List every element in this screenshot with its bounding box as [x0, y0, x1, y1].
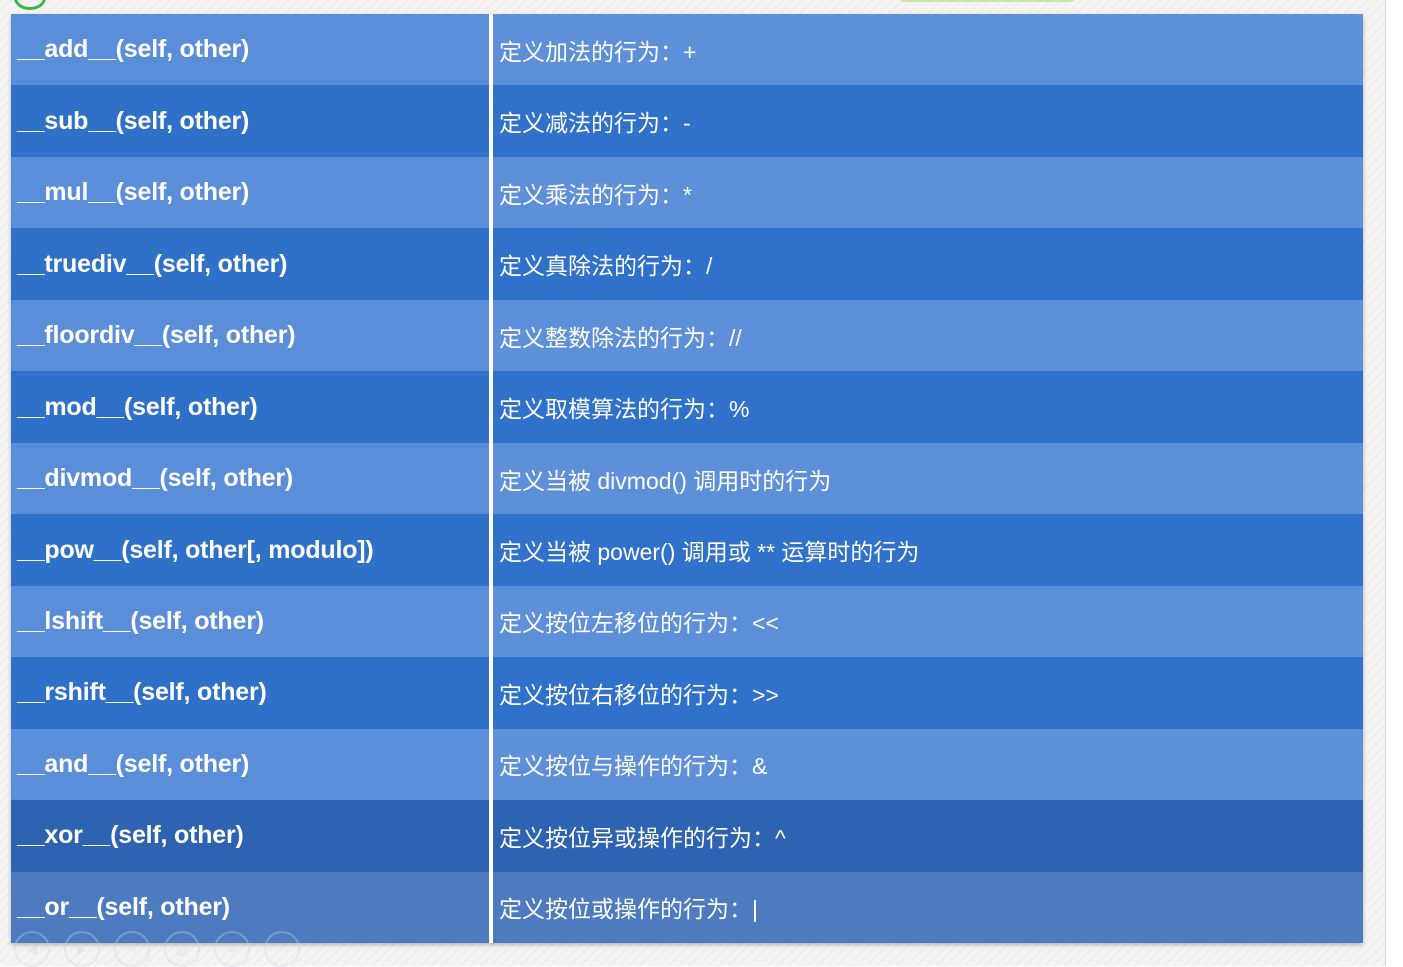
table-row: __pow__(self, other[, modulo]) 定义当被 powe… — [11, 514, 1363, 586]
method-description: 定义按位左移位的行为：<< — [493, 585, 1363, 658]
table-row: __xor__(self, other) 定义按位异或操作的行为：^ — [11, 800, 1363, 872]
previous-icon[interactable]: ◀ — [14, 931, 50, 967]
method-name: __mul__(self, other) — [11, 156, 493, 229]
method-name: __add__(self, other) — [11, 14, 493, 86]
table-row: __and__(self, other) 定义按位与操作的行为：& — [11, 728, 1363, 801]
method-description: 定义当被 divmod() 调用时的行为 — [493, 442, 1363, 515]
table-row: __mul__(self, other) 定义乘法的行为：* — [11, 156, 1363, 229]
method-description: 定义按位或操作的行为：| — [493, 871, 1363, 944]
method-name: __lshift__(self, other) — [11, 585, 493, 658]
method-description: 定义加法的行为：+ — [493, 14, 1363, 86]
method-description: 定义按位与操作的行为：& — [493, 728, 1363, 801]
pen-icon[interactable]: ✎ — [114, 931, 150, 967]
method-name: __and__(self, other) — [11, 728, 493, 801]
header-graphic — [900, 0, 1075, 2]
table-row: __truediv__(self, other) 定义真除法的行为：/ — [11, 228, 1363, 300]
method-description: 定义当被 power() 调用或 ** 运算时的行为 — [493, 514, 1363, 586]
method-description: 定义取模算法的行为：% — [493, 371, 1363, 443]
method-name: __rshift__(self, other) — [11, 657, 493, 729]
more-icon[interactable]: ⋯ — [264, 931, 300, 967]
table-row: __rshift__(self, other) 定义按位右移位的行为：>> — [11, 657, 1363, 729]
method-name: __truediv__(self, other) — [11, 228, 493, 300]
slide: __add__(self, other) 定义加法的行为：+ __sub__(s… — [0, 0, 1386, 967]
method-name: __sub__(self, other) — [11, 85, 493, 157]
method-name: __mod__(self, other) — [11, 371, 493, 443]
method-name: __divmod__(self, other) — [11, 442, 493, 515]
operator-table: __add__(self, other) 定义加法的行为：+ __sub__(s… — [11, 14, 1363, 944]
zoom-icon[interactable]: ⚲ — [214, 931, 250, 967]
table-row: __sub__(self, other) 定义减法的行为：- — [11, 85, 1363, 157]
method-description: 定义按位异或操作的行为：^ — [493, 800, 1363, 872]
table-row: __divmod__(self, other) 定义当被 divmod() 调用… — [11, 442, 1363, 515]
table-row: __add__(self, other) 定义加法的行为：+ — [11, 14, 1363, 86]
slideshow-controls: ◀ ▶ ✎ ▦ ⚲ ⋯ — [0, 931, 314, 967]
method-description: 定义真除法的行为：/ — [493, 228, 1363, 300]
slides-icon[interactable]: ▦ — [164, 931, 200, 967]
method-name: __pow__(self, other[, modulo]) — [11, 514, 493, 586]
method-description: 定义整数除法的行为：// — [493, 299, 1363, 372]
method-description: 定义乘法的行为：* — [493, 156, 1363, 229]
method-description: 定义按位右移位的行为：>> — [493, 657, 1363, 729]
table-row: __lshift__(self, other) 定义按位左移位的行为：<< — [11, 585, 1363, 658]
logo-icon — [14, 0, 46, 10]
method-name: __floordiv__(self, other) — [11, 299, 493, 372]
method-description: 定义减法的行为：- — [493, 85, 1363, 157]
table-row: __mod__(self, other) 定义取模算法的行为：% — [11, 371, 1363, 443]
play-icon[interactable]: ▶ — [64, 931, 100, 967]
table-row: __floordiv__(self, other) 定义整数除法的行为：// — [11, 299, 1363, 372]
method-name: __xor__(self, other) — [11, 800, 493, 872]
